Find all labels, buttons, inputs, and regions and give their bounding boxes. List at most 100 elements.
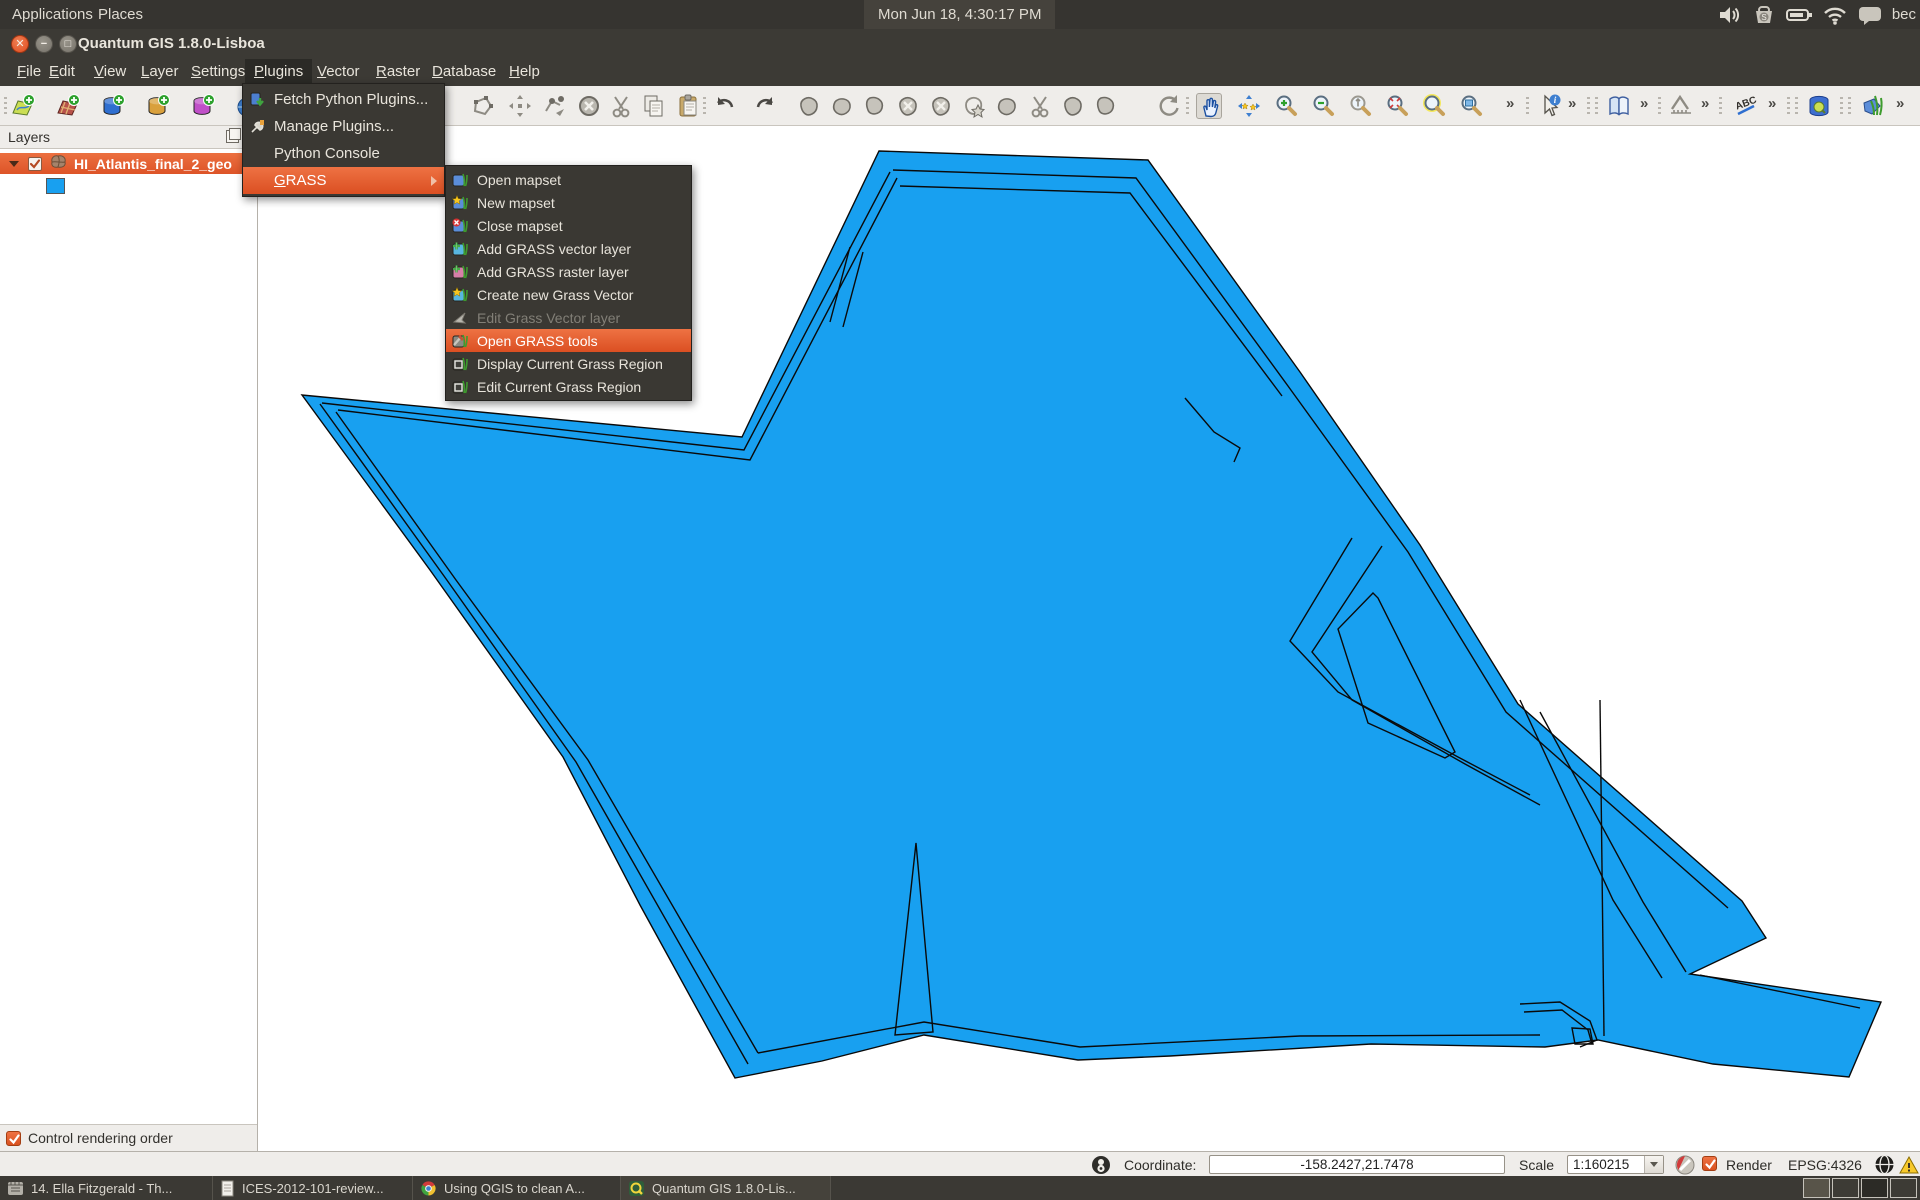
labeling-icon[interactable]: ABC <box>1734 93 1760 119</box>
toolbar-grip[interactable] <box>1595 97 1598 115</box>
menu-settings[interactable]: Settings <box>182 59 254 86</box>
extent-icon[interactable] <box>1090 1152 1112 1177</box>
merge-attributes-icon[interactable] <box>1093 93 1119 119</box>
render-checkbox[interactable] <box>1702 1156 1717 1171</box>
add-spatialite-layer-icon[interactable] <box>145 93 171 119</box>
volume-icon[interactable] <box>1717 4 1743 26</box>
plugins-menu-item-python-console[interactable]: Python Console <box>243 140 444 167</box>
toolbar-grip[interactable] <box>1787 97 1790 115</box>
merge-features-icon[interactable] <box>1060 93 1086 119</box>
measure-line-icon[interactable] <box>1668 93 1694 119</box>
add-vector-layer-icon[interactable] <box>10 93 36 119</box>
grass-menu-item-new-mapset[interactable]: New mapset <box>446 191 691 214</box>
grass-menu-item-open-grass-tools[interactable]: Open GRASS tools <box>446 329 691 352</box>
simplify-feature-icon[interactable] <box>796 93 822 119</box>
layer-row[interactable]: HI_Atlantis_final_2_geo <box>0 153 257 174</box>
toolbar-grip[interactable] <box>1587 97 1590 115</box>
zoom-last-icon[interactable] <box>1459 93 1485 119</box>
grass-menu-item-create-new-grass-vector[interactable]: Create new Grass Vector <box>446 283 691 306</box>
toolbar-grip[interactable] <box>1186 97 1189 115</box>
add-part-icon[interactable] <box>862 93 888 119</box>
delete-ring-icon[interactable] <box>895 93 921 119</box>
taskbar-window-1[interactable]: 14. Ella Fitzgerald - Th... <box>0 1176 213 1200</box>
places-menu[interactable]: Places <box>86 0 155 29</box>
menu-view[interactable]: View <box>85 59 135 86</box>
layer-name[interactable]: HI_Atlantis_final_2_geo <box>74 156 232 172</box>
menu-vector[interactable]: Vector <box>308 59 369 86</box>
node-tool-icon[interactable] <box>542 93 568 119</box>
toolbar-grip[interactable] <box>1848 97 1851 115</box>
redo-icon[interactable] <box>752 93 778 119</box>
zoom-in-icon[interactable] <box>1274 93 1300 119</box>
delete-part-icon[interactable] <box>928 93 954 119</box>
db-manager-icon[interactable] <box>1806 93 1832 119</box>
plugins-menu-item-grass[interactable]: GRASS <box>243 167 444 194</box>
grass-menu-item-add-grass-vector-layer[interactable]: Add GRASS vector layer <box>446 237 691 260</box>
toolbar-grip[interactable] <box>1719 97 1722 115</box>
workspace-3[interactable] <box>1861 1178 1888 1198</box>
control-rendering-order-checkbox[interactable] <box>6 1131 21 1146</box>
layer-symbol-swatch[interactable] <box>46 178 65 194</box>
toolbar-grip[interactable] <box>1840 97 1843 115</box>
move-feature-icon[interactable] <box>507 93 533 119</box>
log-warning-icon[interactable] <box>1899 1152 1919 1177</box>
menu-edit[interactable]: Edit <box>40 59 84 86</box>
battery-icon[interactable] <box>1785 4 1813 26</box>
close-button[interactable]: ✕ <box>11 35 29 53</box>
add-ring-icon[interactable] <box>829 93 855 119</box>
zoom-full-icon[interactable] <box>1385 93 1411 119</box>
delete-selected-icon[interactable] <box>576 93 602 119</box>
username-label[interactable]: bec <box>1892 6 1916 23</box>
offset-curve-icon[interactable] <box>994 93 1020 119</box>
taskbar-window-3[interactable]: Using QGIS to clean A... <box>413 1176 621 1200</box>
wifi-icon[interactable] <box>1822 4 1848 26</box>
maximize-button[interactable]: □ <box>59 35 77 53</box>
coordinate-input[interactable]: -158.2427,21.7478 <box>1209 1155 1505 1174</box>
workspace-2[interactable] <box>1832 1178 1859 1198</box>
pan-to-selection-icon[interactable] <box>1236 93 1262 119</box>
grass-menu-item-display-current-grass-region[interactable]: Display Current Grass Region <box>446 352 691 375</box>
scale-combo[interactable]: 1:160215 <box>1567 1155 1664 1174</box>
workspace-switcher[interactable] <box>1803 1178 1917 1198</box>
panel-restore-icon[interactable] <box>226 130 239 143</box>
toolbar-overflow-chevron[interactable]: » <box>1640 95 1648 112</box>
grass-menu-item-open-mapset[interactable]: Open mapset <box>446 168 691 191</box>
scale-dropdown-arrow[interactable] <box>1644 1156 1663 1173</box>
pan-map-icon[interactable] <box>1196 93 1222 119</box>
window-titlebar[interactable]: ✕ − □ Quantum GIS 1.8.0-Lisboa <box>0 29 1920 59</box>
toolbar-grip[interactable] <box>1526 97 1529 115</box>
minimize-button[interactable]: − <box>35 35 53 53</box>
skype-icon[interactable]: S <box>1752 4 1776 26</box>
grass-menu-item-add-grass-raster-layer[interactable]: Add GRASS raster layer <box>446 260 691 283</box>
zoom-out-icon[interactable] <box>1311 93 1337 119</box>
open-attribute-table-icon[interactable] <box>1606 93 1632 119</box>
layer-visibility-checkbox[interactable] <box>28 157 42 171</box>
toolbar-overflow-chevron[interactable]: » <box>1896 95 1904 112</box>
add-raster-layer-icon[interactable] <box>55 93 81 119</box>
toolbar-overflow-chevron[interactable]: » <box>1701 95 1709 112</box>
split-features-icon[interactable] <box>1027 93 1053 119</box>
menu-raster[interactable]: Raster <box>367 59 429 86</box>
crs-status-icon[interactable] <box>1874 1152 1895 1177</box>
capture-polygon-icon[interactable] <box>470 93 496 119</box>
toolbar-grip[interactable] <box>1658 97 1661 115</box>
menu-layer[interactable]: Layer <box>132 59 188 86</box>
taskbar-window-2[interactable]: ICES-2012-101-review... <box>213 1176 413 1200</box>
add-postgis-layer-icon[interactable] <box>100 93 126 119</box>
chat-icon[interactable] <box>1857 4 1883 26</box>
workspace-1[interactable] <box>1803 1178 1830 1198</box>
expand-arrow-icon[interactable] <box>9 161 19 167</box>
plugins-menu-item-manage-plugins[interactable]: Manage Plugins... <box>243 113 444 140</box>
menu-help[interactable]: Help <box>500 59 549 86</box>
grass-menu-item-edit-current-grass-region[interactable]: Edit Current Grass Region <box>446 375 691 398</box>
grass-menu-item-close-mapset[interactable]: Close mapset <box>446 214 691 237</box>
identify-features-icon[interactable]: i <box>1537 93 1563 119</box>
paste-features-icon[interactable] <box>676 93 702 119</box>
add-mssql-layer-icon[interactable] <box>190 93 216 119</box>
menu-plugins[interactable]: Plugins <box>245 59 312 86</box>
workspace-4[interactable] <box>1890 1178 1917 1198</box>
stop-render-icon[interactable] <box>1674 1152 1696 1177</box>
copy-features-icon[interactable] <box>641 93 667 119</box>
menu-database[interactable]: Database <box>423 59 505 86</box>
toolbar-overflow-chevron[interactable]: » <box>1506 95 1514 112</box>
